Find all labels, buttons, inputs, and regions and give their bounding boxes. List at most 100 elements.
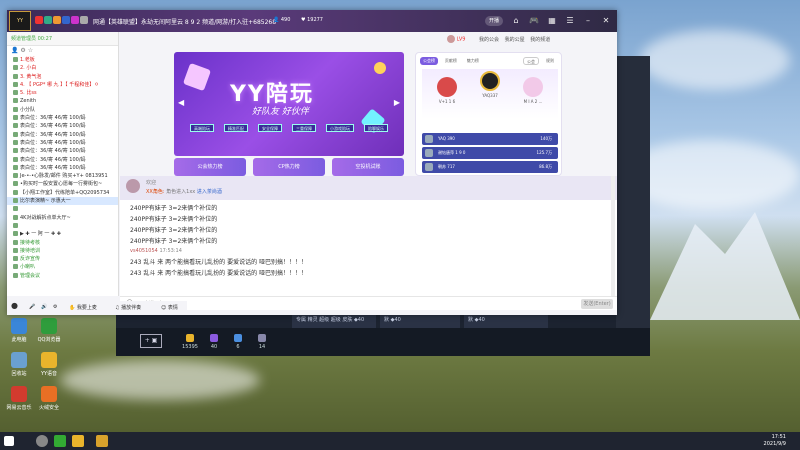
user-icon[interactable]: 👤 <box>11 47 18 54</box>
airdrop-button[interactable]: 空投机试账 <box>332 158 404 176</box>
rank-row[interactable]: 谢钻唐萍 1 9 0 125.7万 <box>422 147 558 159</box>
tab-charm-rank[interactable]: 魅力榜 <box>464 57 482 65</box>
desktop-icon-security[interactable]: 火绒安全 <box>32 386 66 411</box>
chevron-right-icon[interactable]: ▶ <box>394 98 400 107</box>
member-row[interactable] <box>7 222 118 230</box>
member-row[interactable]: ▶ ✚ 一 阿 一 ✚ ✚ <box>7 230 118 238</box>
welcome-link[interactable]: 进入茶尚酒 <box>197 189 222 195</box>
avatar[interactable]: ● <box>11 301 18 310</box>
member-row[interactable]: 接待考核 <box>7 239 118 247</box>
member-row[interactable]: 接待培训 <box>7 247 118 255</box>
podium-second[interactable]: V+1 1 6 <box>432 77 462 104</box>
microphone-icon[interactable]: 🎤 <box>29 304 35 310</box>
search-icon[interactable] <box>36 435 48 447</box>
member-name: 【小翔工作室】代练陪单+QQ2095734 <box>20 189 110 196</box>
guild-heat-button[interactable]: 公会热力榜 <box>174 158 246 176</box>
add-button[interactable]: + ▣ <box>140 334 162 348</box>
member-name: 3. 黄气泡 <box>20 73 42 80</box>
member-row[interactable]: 表白位：36/寄 46/寄 100/蚂 <box>7 139 118 147</box>
member-row[interactable]: 表白位：36/寄 46/寄 100/蚂 <box>7 147 118 155</box>
open-stream-button[interactable]: 开播 <box>485 16 504 26</box>
chat-nickname[interactable]: vs4051054 <box>130 248 158 254</box>
rank-rules-link[interactable]: 规则 <box>543 57 557 65</box>
minimize-icon[interactable]: – <box>581 14 595 28</box>
member-row[interactable]: 表白位：36/寄 46/寄 100/蚂 <box>7 114 118 122</box>
cp-heat-button[interactable]: CP热力榜 <box>253 158 325 176</box>
member-row[interactable]: 5. 比ss <box>7 89 118 97</box>
member-row[interactable]: Je-•-•心脉发/邮件 购买+Y+ 0813951 <box>7 172 118 180</box>
mic-queue-button[interactable]: ✋ 我要上麦 <box>69 304 97 311</box>
speaker-icon[interactable]: 🔊 <box>41 304 47 310</box>
wechat-icon[interactable] <box>54 435 66 447</box>
rank-row[interactable]: 朝苏 717 86.8万 <box>422 161 558 173</box>
desktop-icon-music[interactable]: 网易云音乐 <box>2 386 36 411</box>
yy-taskbar-icon[interactable] <box>96 435 108 447</box>
rank-badge[interactable]: 公会 <box>523 57 539 65</box>
grid-icon[interactable]: ▦ <box>545 14 559 28</box>
folder-icon[interactable] <box>72 435 84 447</box>
emoticon-button[interactable]: ☺ 表情 <box>161 304 178 311</box>
member-row[interactable]: 小喇叭 <box>7 263 118 271</box>
member-row[interactable]: 管理会议 <box>7 272 118 280</box>
link-my-room[interactable]: 我的公屋 <box>505 37 525 43</box>
member-row[interactable]: 【小翔工作室】代练陪单+QQ2095734 <box>7 189 118 197</box>
settings-icon[interactable]: ⚙ <box>53 304 57 310</box>
chat-input[interactable] <box>144 299 564 309</box>
banner-tag: 三重保障 <box>292 124 316 132</box>
banner-subtitle: 好队友 好伙伴 <box>252 107 309 117</box>
chat-message: 243 乱斗 来 两个能搞看玩儿乱扮的 要爱说话的 哑巴别搞！！！！ <box>130 259 307 266</box>
desktop-icon-yy[interactable]: YY语音 <box>32 352 66 377</box>
member-row[interactable]: 比尔表演精~ 示惠大一 <box>7 197 118 206</box>
member-row[interactable]: 表白位：36/寄 46/寄 100/蚂 <box>7 122 118 130</box>
channel-logo[interactable]: YY <box>9 11 31 31</box>
member-name: 表白位：36/寄 46/寄 100/蚂 <box>20 164 86 171</box>
start-icon[interactable] <box>4 436 14 446</box>
desktop-icon-computer[interactable]: 此电脑 <box>2 318 36 343</box>
link-my-guild[interactable]: 我的公会 <box>479 37 499 43</box>
member-row[interactable] <box>7 205 118 213</box>
member-row[interactable]: 表白位：36/寄 46/寄 100/蚂 <box>7 164 118 172</box>
menu-icon[interactable]: ☰ <box>563 14 577 28</box>
member-row[interactable]: 表白位：36/寄 46/寄 100/蚂 <box>7 156 118 164</box>
member-name: 表白位：36/寄 46/寄 100/蚂 <box>20 148 86 155</box>
filter-icon[interactable]: ⚙ <box>20 47 25 54</box>
play-music-button[interactable]: ♫ 播放伴奏 <box>115 304 141 311</box>
member-row[interactable]: Zenith <box>7 97 118 105</box>
chat-message: 243 乱斗 来 两个能搞看玩儿乱扮的 要爱说话的 哑巴别搞！！！！ <box>130 270 307 277</box>
chat-scrollbar[interactable] <box>611 176 615 296</box>
desktop-icon-browser[interactable]: QQ浏览器 <box>32 318 66 343</box>
member-row[interactable]: •购买时一般安置心愿每一行雾街包~ <box>7 180 118 188</box>
gamepad-icon[interactable]: 🎮 <box>527 14 541 28</box>
member-row[interactable]: 3. 黄气泡 <box>7 73 118 81</box>
tab-guild-rank[interactable]: 公会榜 <box>420 57 438 65</box>
member-row[interactable]: 反诈宣传 <box>7 255 118 263</box>
podium-third[interactable]: M I A 2 ... <box>518 77 548 104</box>
avatar[interactable] <box>447 35 455 43</box>
member-row[interactable]: 表白位：36/寄 46/寄 100/蚂 <box>7 131 118 139</box>
promo-banner[interactable]: YY陪玩 好队友 好伙伴 高端陪玩 精准匹配 安全保障 三重保障 小游戏陪玩 陪… <box>174 52 404 156</box>
close-icon[interactable]: ✕ <box>599 14 613 28</box>
member-count: 👤 490 <box>273 17 291 23</box>
member-avatar-icon <box>13 57 18 62</box>
rank-row[interactable]: YAQ 390 140万 <box>422 133 558 145</box>
member-row[interactable]: 小分队 <box>7 106 118 114</box>
badge-icon <box>62 16 70 24</box>
chat-message: 240PP有妹子 3=2来俩个补位的 <box>130 205 218 212</box>
member-row[interactable]: 4K对战解拆点单大厅~ <box>7 214 118 222</box>
title-badges <box>35 16 89 26</box>
member-name: 小分队 <box>20 106 36 113</box>
star-icon[interactable]: ☆ <box>28 47 33 54</box>
member-row[interactable]: 1.老板 <box>7 56 118 64</box>
podium-first[interactable]: YAQ337 <box>475 71 505 98</box>
link-my-channel[interactable]: 我的频道 <box>530 37 550 43</box>
member-name: 表白位：36/寄 46/寄 100/蚂 <box>20 156 86 163</box>
chevron-left-icon[interactable]: ◀ <box>178 98 184 107</box>
rank-panel: 公会榜 贡献榜 魅力榜 公会 规则 V+1 1 6 YAQ337 M I A 2… <box>415 52 562 176</box>
avatar[interactable] <box>126 179 140 193</box>
tab-contribution-rank[interactable]: 贡献榜 <box>442 57 460 65</box>
send-button[interactable]: 发送(Enter) <box>581 299 613 309</box>
home-icon[interactable]: ⌂ <box>509 14 523 28</box>
member-row[interactable]: 4. 【 PGP* 哪 九 】【 千程和佳】ㅇ <box>7 81 118 89</box>
member-row[interactable]: 2. 小白 <box>7 64 118 72</box>
desktop-icon-recycle-bin[interactable]: 回收站 <box>2 352 36 377</box>
